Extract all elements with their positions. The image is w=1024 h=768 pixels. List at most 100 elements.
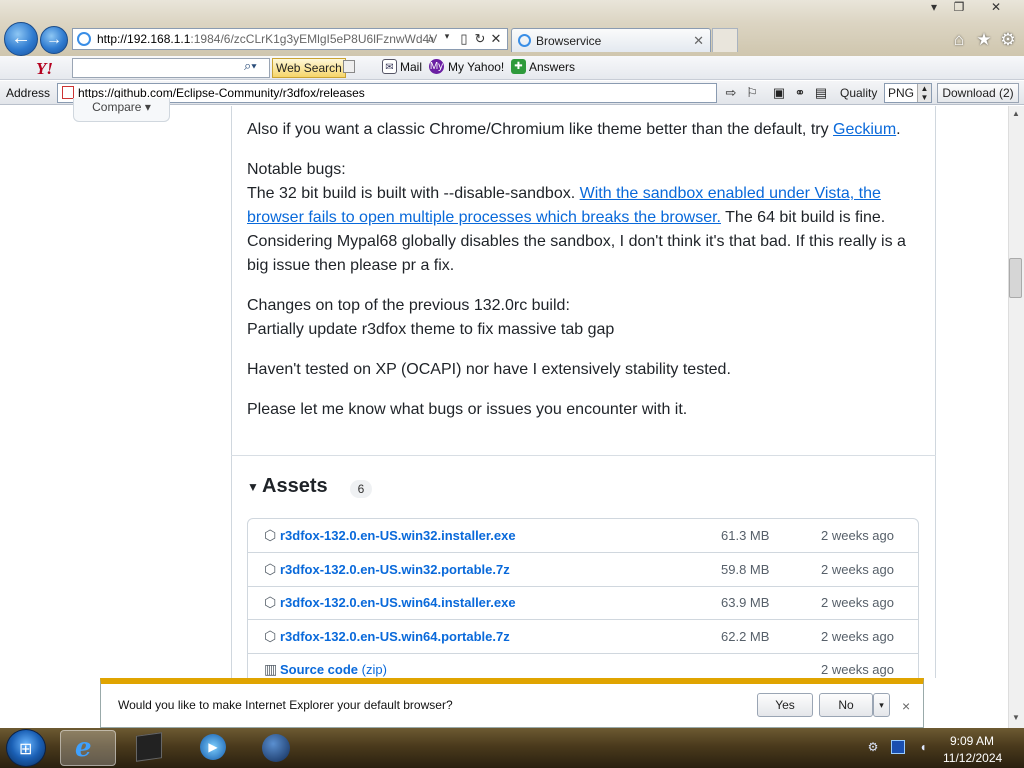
tab-title: Browservice xyxy=(536,34,602,48)
windows-logo-icon: ⊞ xyxy=(19,741,33,758)
scroll-thumb[interactable] xyxy=(1009,258,1022,298)
globe-icon xyxy=(262,734,290,762)
package-icon: ⬡ xyxy=(264,527,277,543)
no-button[interactable]: No xyxy=(819,693,873,717)
minimize-icon[interactable]: ▾ xyxy=(923,0,945,14)
asset-name-link[interactable]: r3dfox-132.0.en-US.win64.installer.exe xyxy=(280,595,516,610)
find-binoculars-icon[interactable]: ⚭ xyxy=(790,84,810,103)
my-yahoo-icon: My xyxy=(429,59,444,74)
asset-name-link[interactable]: Source code (zip) xyxy=(280,662,387,677)
yahoo-logo[interactable]: Y! xyxy=(36,59,53,79)
address-label: Address xyxy=(6,86,51,100)
console-icon xyxy=(136,732,162,762)
asset-name-link[interactable]: r3dfox-132.0.en-US.win64.portable.7z xyxy=(280,629,510,644)
new-tab-button[interactable] xyxy=(712,28,738,52)
yahoo-link-answers[interactable]: Answers xyxy=(529,60,575,74)
no-options-dropdown-icon[interactable]: ▾ xyxy=(873,693,890,717)
clock-date[interactable]: 11/12/2024 xyxy=(943,751,1002,765)
forward-button[interactable]: → xyxy=(40,26,68,54)
compat-view-icon[interactable]: ▯ xyxy=(457,31,471,47)
asset-row[interactable]: ⬡ r3dfox-132.0.en-US.win64.portable.7z 6… xyxy=(248,620,918,654)
asset-date: 2 weeks ago xyxy=(821,629,894,644)
stop-icon[interactable]: ✕ xyxy=(489,31,503,47)
save-icon[interactable]: ▣ xyxy=(769,84,789,103)
notification-close-icon[interactable]: × xyxy=(902,698,910,714)
network-tray-icon[interactable]: ⚙ xyxy=(866,740,880,754)
vertical-scrollbar[interactable] xyxy=(1008,106,1024,728)
volume-tray-icon[interactable]: ◖ xyxy=(916,740,930,754)
bugs-text: The 32 bit build is built with --disable… xyxy=(247,185,580,202)
scroll-down-arrow-icon[interactable]: ▼ xyxy=(1008,710,1024,726)
back-button[interactable]: ← xyxy=(4,22,38,56)
package-icon: ⬡ xyxy=(264,594,277,610)
asset-size: 62.2 MB xyxy=(721,629,770,644)
url-dropdown-icon[interactable]: ▾ xyxy=(440,31,454,42)
divider xyxy=(231,455,936,456)
asset-row[interactable]: ⬡ r3dfox-132.0.en-US.win32.installer.exe… xyxy=(248,519,918,553)
taskbar-media-player-icon[interactable]: ▶ xyxy=(184,730,240,766)
home-icon[interactable]: ⌂ xyxy=(948,30,970,50)
quality-select[interactable]: PNG ▲ ▼ xyxy=(884,83,932,103)
yes-button[interactable]: Yes xyxy=(757,693,813,717)
scroll-up-arrow-icon[interactable]: ▲ xyxy=(1008,106,1024,122)
asset-row[interactable]: ⬡ r3dfox-132.0.en-US.win64.installer.exe… xyxy=(248,586,918,620)
back-arrow-icon: ← xyxy=(11,27,31,49)
refresh-icon[interactable]: ↻ xyxy=(473,31,487,47)
yahoo-search-input[interactable] xyxy=(72,58,270,78)
highlight-icon[interactable] xyxy=(343,60,355,73)
bookmark-icon[interactable]: ⚐ xyxy=(742,84,762,103)
assets-count-badge: 6 xyxy=(350,480,372,498)
search-icon[interactable]: ⌕ xyxy=(424,31,438,47)
changes-heading: Changes on top of the previous 132.0rc b… xyxy=(247,297,570,314)
taskbar-ie-icon[interactable]: e xyxy=(60,730,116,766)
display-tray-icon[interactable] xyxy=(891,740,905,754)
assets-collapse-icon[interactable]: ▼ xyxy=(247,480,259,494)
go-arrow-icon[interactable]: ⇨ xyxy=(721,84,741,103)
asset-name-link[interactable]: r3dfox-132.0.en-US.win32.installer.exe xyxy=(280,528,516,543)
favorites-star-icon[interactable]: ★ xyxy=(973,30,995,50)
taskbar-globe-icon[interactable] xyxy=(246,730,302,766)
answers-icon: ✚ xyxy=(511,59,526,74)
asset-format: (zip) xyxy=(361,662,387,677)
page-icon xyxy=(77,32,91,46)
tab-browservice[interactable]: Browservice ✕ xyxy=(511,28,711,52)
url-host: http://192.168.1.1 xyxy=(97,32,191,46)
package-icon: ⬡ xyxy=(264,628,277,644)
web-search-button[interactable]: Web Search xyxy=(272,58,346,78)
asset-date: 2 weeks ago xyxy=(821,662,894,677)
spin-arrows-icon[interactable]: ▲ ▼ xyxy=(917,84,931,102)
ie-logo-icon: e xyxy=(75,733,92,763)
tab-close-icon[interactable]: ✕ xyxy=(693,29,704,53)
magnifier-icon[interactable]: ⌕▾ xyxy=(244,58,257,74)
clipboard-icon[interactable]: ▤ xyxy=(811,84,831,103)
package-icon: ⬡ xyxy=(264,561,277,577)
tools-gear-icon[interactable]: ⚙ xyxy=(997,30,1019,50)
start-button[interactable]: ⊞ xyxy=(6,729,46,767)
paragraph-theme: Also if you want a classic Chrome/Chromi… xyxy=(247,118,917,142)
clock-time[interactable]: 9:09 AM xyxy=(950,734,994,748)
forward-arrow-icon: → xyxy=(46,31,62,48)
assets-title[interactable]: Assets xyxy=(262,475,328,498)
url-path: :1984/6/zcCLrK1g3yEMlgI5eP8U6lFznwWd4V xyxy=(190,32,438,46)
asset-date: 2 weeks ago xyxy=(821,595,894,610)
yahoo-link-mail[interactable]: Mail xyxy=(400,60,422,74)
tab-favicon-icon xyxy=(518,34,531,47)
paragraph-bugs: Notable bugs: The 32 bit build is built … xyxy=(247,158,917,278)
download-button[interactable]: Download (2) xyxy=(937,83,1019,103)
close-window-icon[interactable]: ✕ xyxy=(985,0,1007,14)
geckium-link[interactable]: Geckium xyxy=(833,121,896,138)
asset-date: 2 weeks ago xyxy=(821,528,894,543)
restore-icon[interactable]: ❐ xyxy=(948,0,970,14)
compare-button[interactable]: Compare ▾ xyxy=(73,98,170,122)
asset-name: Source code xyxy=(280,662,359,677)
asset-row[interactable]: ⬡ r3dfox-132.0.en-US.win32.portable.7z 5… xyxy=(248,553,918,587)
caret-down-icon: ▾ xyxy=(144,100,151,114)
file-zip-icon: ▥ xyxy=(264,661,278,677)
media-player-icon: ▶ xyxy=(200,734,226,760)
taskbar-console-icon[interactable] xyxy=(122,730,178,766)
paragraph-feedback: Please let me know what bugs or issues y… xyxy=(247,401,688,418)
asset-size: 59.8 MB xyxy=(721,562,770,577)
yahoo-link-my-yahoo[interactable]: My Yahoo! xyxy=(448,60,504,74)
quality-value: PNG xyxy=(888,86,915,100)
asset-name-link[interactable]: r3dfox-132.0.en-US.win32.portable.7z xyxy=(280,562,510,577)
